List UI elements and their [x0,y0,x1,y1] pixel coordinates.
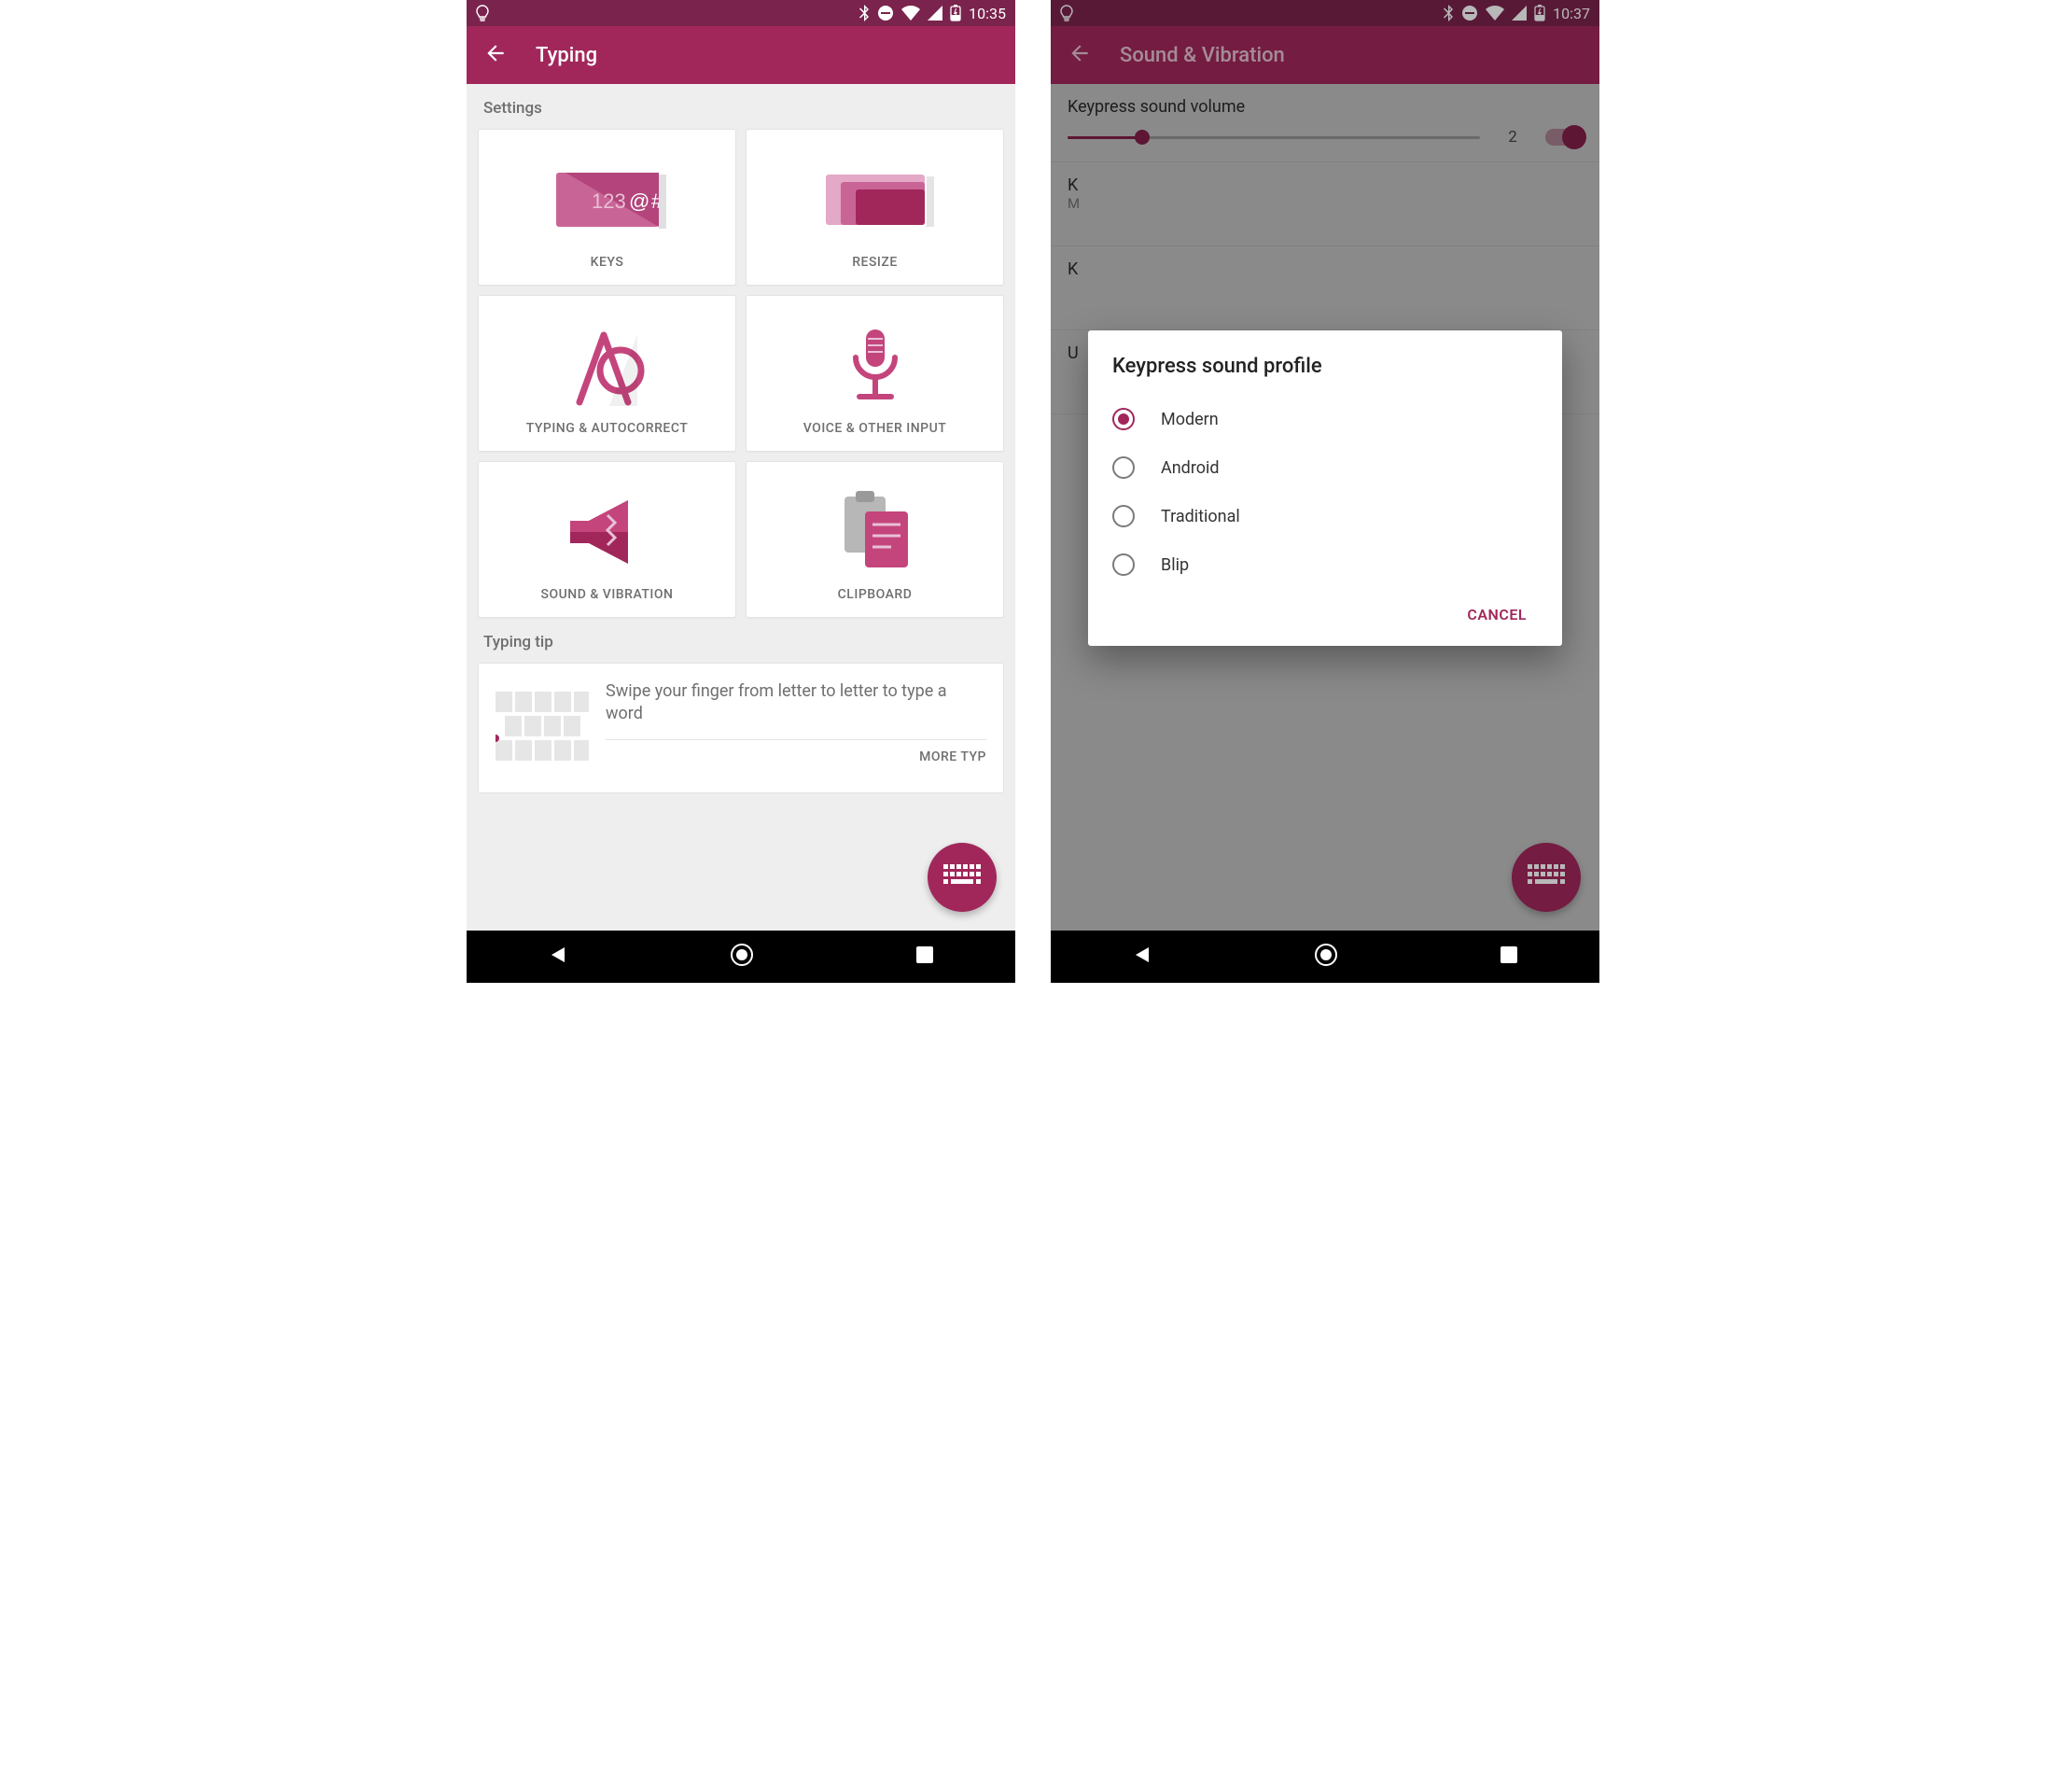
bluetooth-icon [1443,5,1454,21]
wifi-icon [1486,6,1504,21]
radio-label: Traditional [1161,507,1240,526]
signal-icon [1512,6,1527,21]
divider [606,739,986,740]
radio-option-traditional[interactable]: Traditional [1112,492,1538,540]
page-title: Typing [536,44,597,67]
tip-text: Swipe your finger from letter to letter … [606,680,986,726]
statusbar-time: 10:35 [969,5,1006,22]
clipboard-icon [754,477,996,587]
typing-autocorrect-icon [486,311,728,421]
phone-right: 10:37 Sound & Vibration Keypress sound v… [1051,0,1599,983]
page-title: Sound & Vibration [1120,44,1285,67]
tip-more-button[interactable]: MORE TYP [606,749,986,764]
statusbar: 10:37 [1051,0,1599,26]
phone-left: 10:35 Typing Settings 123 @ [467,0,1015,983]
appbar: Sound & Vibration [1051,26,1599,84]
tip-card[interactable]: Swipe your finger from letter to letter … [478,663,1004,793]
dnd-icon [877,5,894,21]
tile-typing-autocorrect[interactable]: TYPING & AUTOCORRECT [478,295,736,452]
radio-option-android[interactable]: Android [1112,443,1538,492]
navbar [467,931,1015,983]
nav-recent-icon[interactable] [1500,945,1518,968]
svg-text:123: 123 [592,189,626,213]
statusbar: 10:35 [467,0,1015,26]
radio-icon [1112,553,1135,576]
dnd-icon [1461,5,1478,21]
fab-keyboard[interactable] [1512,843,1581,912]
svg-text:@: @ [629,189,649,213]
nav-home-icon[interactable] [1314,943,1338,971]
wifi-icon [901,6,920,21]
keyboard-icon [943,864,981,890]
section-settings-label: Settings [467,84,1015,129]
resize-icon [754,145,996,255]
statusbar-time: 10:37 [1553,5,1590,22]
tile-label: CLIPBOARD [838,587,913,602]
navbar [1051,931,1599,983]
settings-grid: 123 @ # KEYS [467,129,1015,618]
tip-body: Swipe your finger from letter to letter … [606,680,986,764]
tile-voice-input[interactable]: VOICE & OTHER INPUT [746,295,1004,452]
radio-label: Android [1161,458,1220,478]
tip-thumb [496,680,589,766]
appbar: Typing [467,26,1015,84]
section-tip-label: Typing tip [467,618,1015,663]
radio-option-blip[interactable]: Blip [1112,540,1538,589]
nav-home-icon[interactable] [730,943,754,971]
battery-icon [950,5,961,21]
bulb-icon [1060,5,1073,21]
keyboard-icon [1528,864,1565,890]
tile-sound-vibration[interactable]: SOUND & VIBRATION [478,461,736,618]
radio-icon [1112,456,1135,479]
tile-label: RESIZE [852,255,898,270]
fab-keyboard[interactable] [928,843,997,912]
cancel-button[interactable]: CANCEL [1456,596,1538,633]
back-icon[interactable] [1068,41,1092,69]
tile-label: TYPING & AUTOCORRECT [526,421,689,436]
nav-recent-icon[interactable] [915,945,934,968]
signal-icon [928,6,942,21]
radio-label: Blip [1161,555,1189,575]
tile-label: VOICE & OTHER INPUT [803,421,947,436]
nav-back-icon[interactable] [1132,945,1152,969]
bulb-icon [476,5,489,21]
back-icon[interactable] [483,41,508,69]
content: Keypress sound volume 2 K M K [1051,84,1599,931]
battery-icon [1534,5,1545,21]
bluetooth-icon [859,5,870,21]
radio-label: Modern [1161,410,1219,429]
tile-clipboard[interactable]: CLIPBOARD [746,461,1004,618]
mic-icon [754,311,996,421]
content: Settings 123 @ # KEYS [467,84,1015,931]
nav-back-icon[interactable] [548,945,568,969]
tile-label: SOUND & VIBRATION [541,587,674,602]
radio-option-modern[interactable]: Modern [1112,395,1538,443]
dialog-sound-profile: Keypress sound profile Modern Android Tr… [1088,330,1562,646]
radio-icon [1112,408,1135,430]
radio-icon [1112,505,1135,527]
tile-keys[interactable]: 123 @ # KEYS [478,129,736,286]
tile-label: KEYS [591,255,624,270]
tile-resize[interactable]: RESIZE [746,129,1004,286]
keys-icon: 123 @ # [486,145,728,255]
speaker-icon [486,477,728,587]
dialog-title: Keypress sound profile [1112,355,1538,378]
